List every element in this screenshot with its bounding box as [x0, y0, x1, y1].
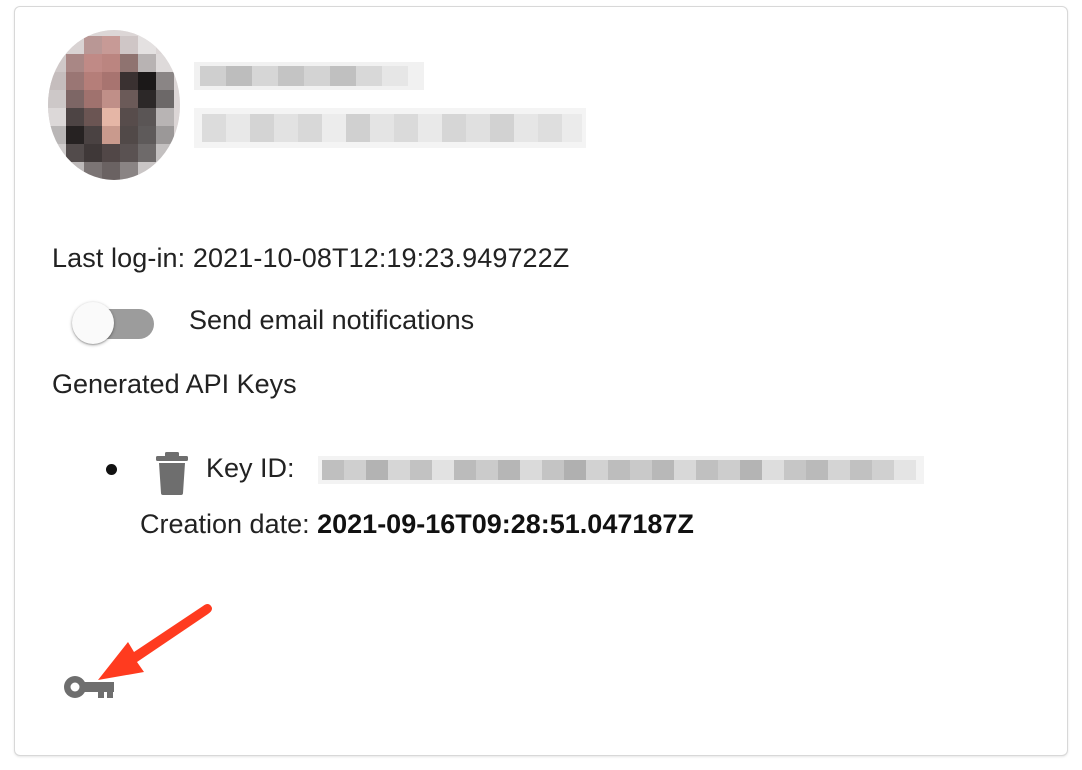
last-login-value: 2021-10-08T12:19:23.949722Z: [192, 243, 570, 273]
avatar-image: [48, 30, 180, 180]
creation-date-value: 2021-09-16T09:28:51.047187Z: [317, 509, 694, 539]
last-login-label: Last log-in:: [52, 243, 186, 273]
last-login-text: Last log-in: 2021-10-08T12:19:23.949722Z: [52, 243, 569, 274]
toggle-thumb[interactable]: [72, 302, 114, 344]
list-bullet: [106, 464, 117, 475]
key-icon[interactable]: [62, 672, 114, 702]
email-notifications-toggle[interactable]: [70, 302, 158, 346]
api-keys-heading: Generated API Keys: [52, 369, 297, 399]
avatar: [48, 30, 180, 180]
trash-icon[interactable]: [155, 451, 189, 495]
key-id-label: Key ID:: [206, 453, 295, 483]
user-email-redacted: [194, 104, 586, 152]
email-notifications-label: Send email notifications: [189, 305, 475, 335]
key-creation-date: Creation date: 2021-09-16T09:28:51.04718…: [140, 509, 694, 540]
key-id-value-redacted: [318, 454, 924, 486]
user-name-redacted: [194, 58, 424, 94]
creation-date-label: Creation date:: [140, 509, 310, 539]
